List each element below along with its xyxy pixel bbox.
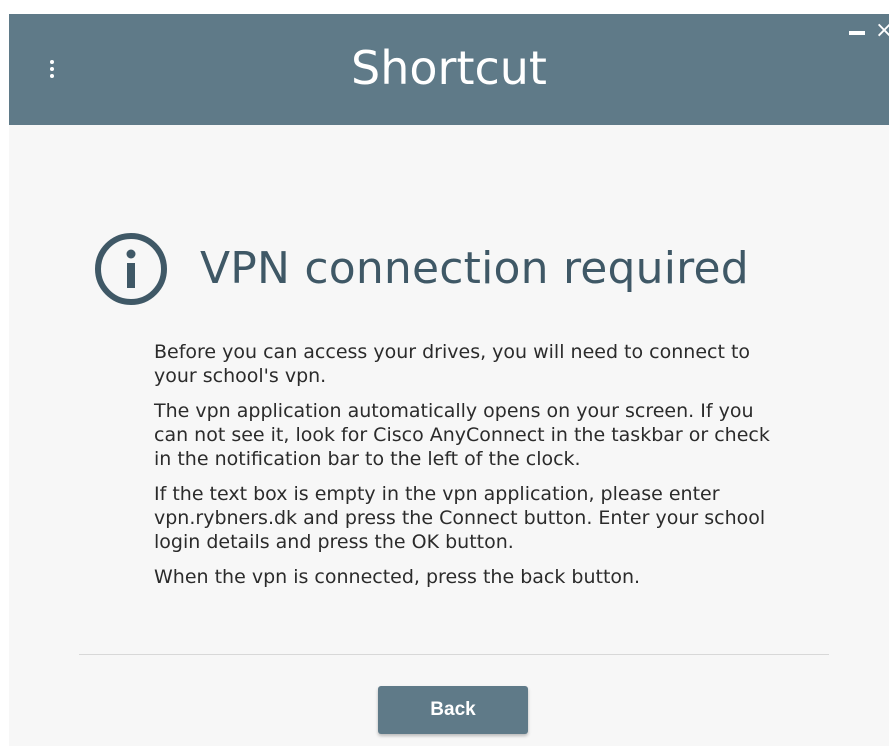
window-controls: × <box>849 20 889 42</box>
app-window: Shortcut × VPN connection required Befor… <box>9 14 889 746</box>
minimize-icon[interactable] <box>849 31 865 35</box>
notice-paragraph: When the vpn is connected, press the bac… <box>154 566 641 588</box>
notice-header: VPN connection required <box>94 232 749 306</box>
notice-body: Before you can access your drives, you w… <box>154 340 774 600</box>
notice-heading: VPN connection required <box>200 243 749 294</box>
notice-paragraph: Before you can access your drives, you w… <box>154 341 751 387</box>
divider <box>79 654 829 655</box>
notice-paragraph: The vpn application automatically opens … <box>154 400 770 470</box>
title-bar: Shortcut × <box>9 14 889 125</box>
app-title: Shortcut <box>351 41 547 95</box>
info-icon <box>95 233 167 305</box>
notice-paragraph: If the text box is empty in the vpn appl… <box>154 483 766 553</box>
close-icon[interactable]: × <box>875 20 889 42</box>
back-button[interactable]: Back <box>378 686 528 734</box>
